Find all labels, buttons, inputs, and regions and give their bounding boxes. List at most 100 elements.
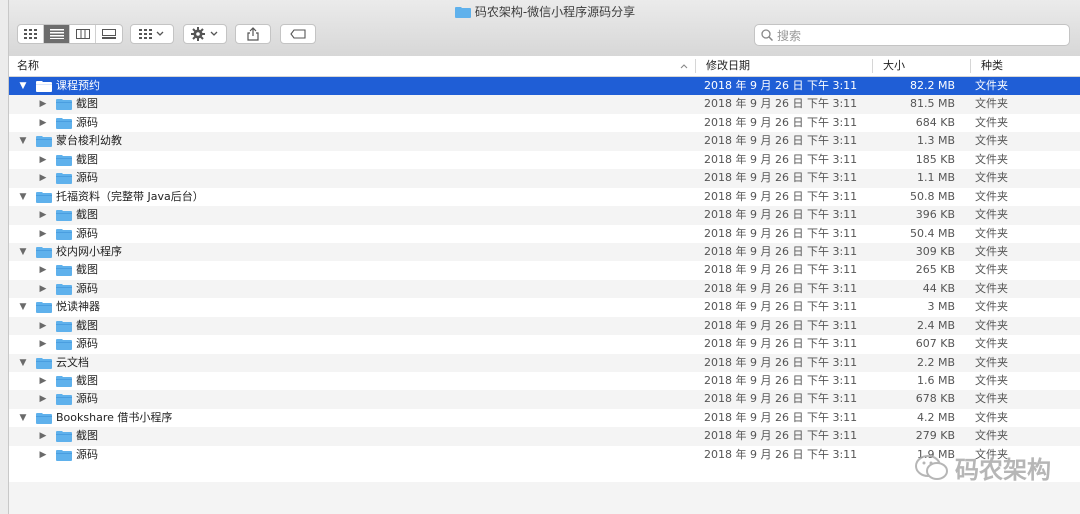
file-size: 44 KB	[922, 281, 955, 295]
group-icon	[139, 29, 164, 39]
folder-row[interactable]: ▼ Bookshare 借书小程序 2018 年 9 月 26 日 下午 3:11 4…	[9, 409, 1080, 427]
subfolder-row[interactable]: ▶ 源码 2018 年 9 月 26 日 下午 3:11 50.4 MB 文件夹	[9, 225, 1080, 243]
window-title-text: 码农架构-微信小程序源码分享	[474, 5, 636, 19]
file-name: 源码	[76, 337, 98, 351]
folder-row[interactable]: ▼ 悦读神器 2018 年 9 月 26 日 下午 3:11 3 MB 文件夹	[9, 298, 1080, 316]
column-view-icon[interactable]	[70, 25, 96, 43]
disclosure-collapsed-icon[interactable]: ▶	[37, 335, 49, 353]
disclosure-expanded-icon[interactable]: ▼	[17, 298, 29, 316]
subfolder-row[interactable]: ▶ 截图 2018 年 9 月 26 日 下午 3:11 81.5 MB 文件夹	[9, 95, 1080, 114]
file-size: 1.1 MB	[916, 171, 955, 185]
column-header-kind[interactable]: 种类	[973, 56, 1073, 76]
file-name: 校内网小程序	[56, 244, 122, 258]
subfolder-row[interactable]: ▶ 截图 2018 年 9 月 26 日 下午 3:11 2.4 MB 文件夹	[9, 316, 1080, 336]
column-header-name[interactable]: 名称	[9, 56, 695, 76]
subfolder-row[interactable]: ▶ 截图 2018 年 9 月 26 日 下午 3:11 279 KB 文件夹	[9, 427, 1080, 446]
tag-button[interactable]	[280, 24, 316, 44]
folder-row[interactable]: ▼ 云文档 2018 年 9 月 26 日 下午 3:11 2.2 MB 文件夹	[9, 353, 1080, 372]
file-name: 源码	[76, 392, 98, 406]
window-title: 码农架构-微信小程序源码分享	[9, 3, 1080, 21]
disclosure-expanded-icon[interactable]: ▼	[17, 132, 29, 150]
subfolder-row[interactable]: ▶ 源码 2018 年 9 月 26 日 下午 3:11 684 KB 文件夹	[9, 114, 1080, 132]
folder-row[interactable]: ▼ 托福资料（完整带 Java后台） 2018 年 9 月 26 日 下午 3:11…	[9, 188, 1080, 206]
column-header-size[interactable]: 大小	[875, 56, 970, 76]
subfolder-row[interactable]: ▶ 源码 2018 年 9 月 26 日 下午 3:11 44 KB 文件夹	[9, 279, 1080, 299]
column-divider[interactable]	[970, 59, 971, 73]
disclosure-collapsed-icon[interactable]: ▶	[37, 261, 49, 279]
column-header-date[interactable]: 修改日期	[698, 56, 872, 76]
disclosure-collapsed-icon[interactable]: ▶	[37, 390, 49, 408]
file-date: 2018 年 9 月 26 日 下午 3:11	[704, 447, 858, 461]
subfolder-row[interactable]: ▶ 源码 2018 年 9 月 26 日 下午 3:11 678 KB 文件夹	[9, 390, 1080, 409]
disclosure-collapsed-icon[interactable]: ▶	[37, 114, 49, 132]
file-kind: 文件夹	[975, 152, 1008, 166]
disclosure-collapsed-icon[interactable]: ▶	[37, 427, 49, 445]
empty-list-area	[9, 482, 1080, 514]
folder-row[interactable]: ▼ 课程预约 2018 年 9 月 26 日 下午 3:11 82.2 MB 文件夹	[9, 77, 1080, 96]
file-kind: 文件夹	[975, 429, 1008, 443]
subfolder-row[interactable]: ▶ 截图 2018 年 9 月 26 日 下午 3:11 185 KB 文件夹	[9, 151, 1080, 169]
file-name: 截图	[76, 263, 98, 277]
file-kind: 文件夹	[975, 318, 1008, 332]
disclosure-collapsed-icon[interactable]: ▶	[37, 225, 49, 243]
disclosure-collapsed-icon[interactable]: ▶	[37, 317, 49, 335]
share-icon	[247, 27, 259, 41]
finder-window: 码农架构-微信小程序源码分享 搜索 名称 修改日期 大小 种类 ▼ 课程预约 2…	[8, 0, 1080, 514]
disclosure-collapsed-icon[interactable]: ▶	[37, 169, 49, 187]
list-view-icon[interactable]	[44, 25, 70, 43]
file-name: 源码	[76, 226, 98, 240]
file-size: 1.3 MB	[916, 134, 955, 148]
disclosure-collapsed-icon[interactable]: ▶	[37, 280, 49, 298]
share-button[interactable]	[235, 24, 271, 44]
file-date: 2018 年 9 月 26 日 下午 3:11	[704, 226, 858, 240]
file-kind: 文件夹	[975, 115, 1008, 129]
file-date: 2018 年 9 月 26 日 下午 3:11	[704, 244, 858, 258]
disclosure-collapsed-icon[interactable]: ▶	[37, 95, 49, 113]
column-header-bar: 名称 修改日期 大小 种类	[9, 56, 1080, 77]
file-date: 2018 年 9 月 26 日 下午 3:11	[704, 171, 858, 185]
search-icon	[761, 29, 773, 41]
subfolder-row[interactable]: ▶ 源码 2018 年 9 月 26 日 下午 3:11 1.1 MB 文件夹	[9, 169, 1080, 188]
icon-view-icon[interactable]	[18, 25, 44, 43]
file-size: 50.4 MB	[909, 226, 955, 240]
view-mode-selector	[17, 24, 123, 44]
group-button[interactable]	[130, 24, 174, 44]
file-kind: 文件夹	[975, 355, 1008, 369]
subfolder-row[interactable]: ▶ 截图 2018 年 9 月 26 日 下午 3:11 265 KB 文件夹	[9, 261, 1080, 279]
file-name: 截图	[76, 374, 98, 387]
column-divider[interactable]	[695, 59, 696, 73]
subfolder-row[interactable]: ▶ 截图 2018 年 9 月 26 日 下午 3:11 1.6 MB 文件夹	[9, 372, 1080, 390]
disclosure-collapsed-icon[interactable]: ▶	[37, 151, 49, 169]
file-kind: 文件夹	[975, 374, 1008, 387]
folder-row[interactable]: ▼ 校内网小程序 2018 年 9 月 26 日 下午 3:11 309 KB 文件夹	[9, 242, 1080, 262]
disclosure-collapsed-icon[interactable]: ▶	[37, 372, 49, 390]
tag-icon	[290, 29, 306, 39]
file-size: 82.2 MB	[909, 79, 955, 92]
disclosure-expanded-icon[interactable]: ▼	[17, 77, 29, 95]
toolbar: 码农架构-微信小程序源码分享 搜索	[9, 0, 1080, 57]
action-button[interactable]	[183, 24, 227, 44]
disclosure-expanded-icon[interactable]: ▼	[17, 188, 29, 206]
disclosure-collapsed-icon[interactable]: ▶	[37, 206, 49, 224]
gallery-view-icon[interactable]	[96, 25, 122, 43]
file-size: 3 MB	[927, 300, 955, 314]
file-kind: 文件夹	[975, 392, 1008, 406]
folder-row[interactable]: ▼ 蒙台梭利幼教 2018 年 9 月 26 日 下午 3:11 1.3 MB 文件夹	[9, 132, 1080, 151]
subfolder-row[interactable]: ▶ 源码 2018 年 9 月 26 日 下午 3:11 607 KB 文件夹	[9, 335, 1080, 353]
file-date: 2018 年 9 月 26 日 下午 3:11	[704, 79, 858, 92]
gear-icon	[191, 27, 218, 41]
disclosure-collapsed-icon[interactable]: ▶	[37, 446, 49, 464]
search-field[interactable]: 搜索	[754, 24, 1070, 46]
disclosure-expanded-icon[interactable]: ▼	[17, 409, 29, 427]
file-name: 截图	[76, 318, 98, 332]
column-divider[interactable]	[872, 59, 873, 73]
wechat-logo-icon	[915, 454, 948, 480]
file-name: 悦读神器	[56, 300, 100, 314]
file-name: Bookshare 借书小程序	[56, 410, 173, 424]
file-date: 2018 年 9 月 26 日 下午 3:11	[704, 429, 858, 443]
file-name: 课程预约	[56, 79, 100, 92]
subfolder-row[interactable]: ▶ 截图 2018 年 9 月 26 日 下午 3:11 396 KB 文件夹	[9, 206, 1080, 225]
disclosure-expanded-icon[interactable]: ▼	[17, 243, 29, 261]
file-name: 托福资料（完整带 Java后台）	[56, 189, 204, 203]
disclosure-expanded-icon[interactable]: ▼	[17, 354, 29, 372]
